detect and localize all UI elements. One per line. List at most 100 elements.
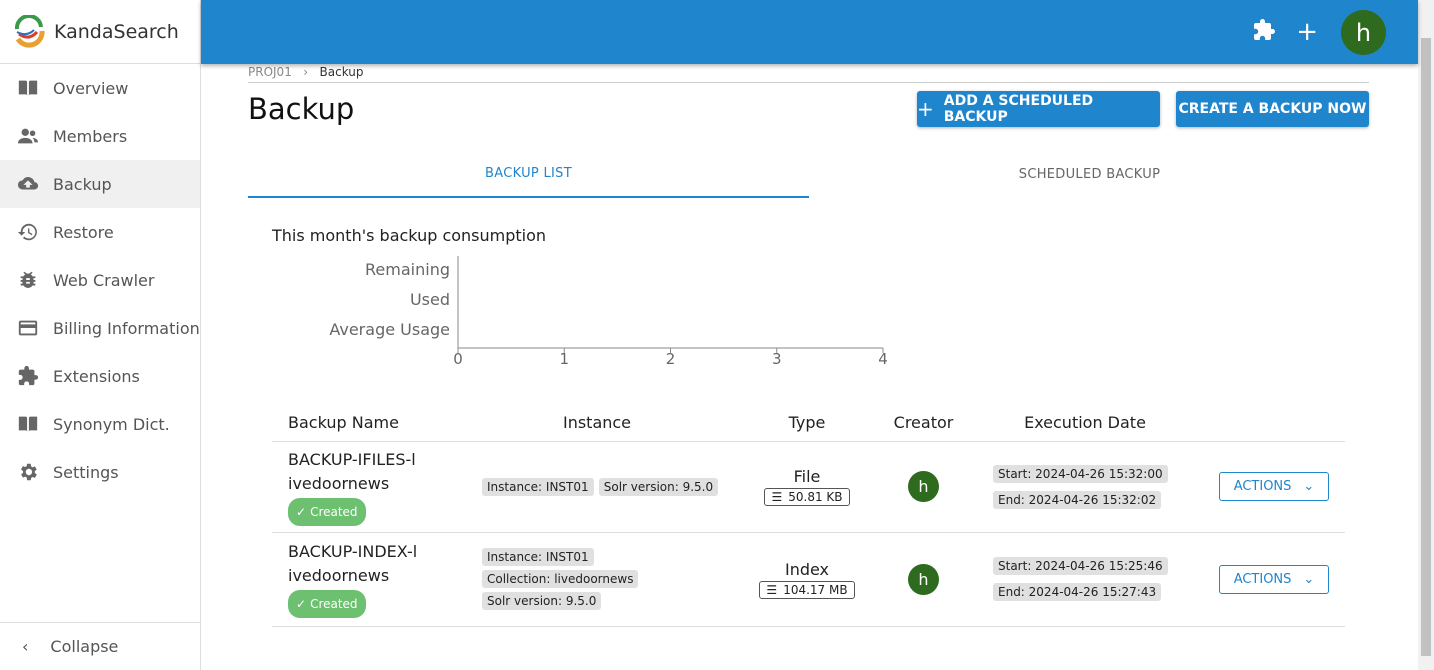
size-value: 50.81 KB [788,490,843,504]
backup-name: BACKUP-IFILES-livedoornews [288,449,416,493]
creator-avatar: h [908,471,939,502]
x-tick-label: 3 [772,350,782,368]
kandasearch-logo-icon [14,14,45,48]
tab-scheduled-backup[interactable]: SCHEDULED BACKUP [809,150,1370,198]
sidebar-item-billing-information[interactable]: Billing Information [0,304,200,352]
x-tick-label: 0 [453,350,463,368]
size-badge: ☰ 50.81 KB [764,488,850,506]
sidebar-item-settings[interactable]: Settings [0,448,200,496]
backup-type: Index [784,559,830,579]
sidebar-item-label: Backup [53,174,112,194]
column-header[interactable]: Execution Date [975,405,1195,442]
info-chip: Solr version: 9.5.0 [482,592,602,610]
table-row: BACKUP-INDEX-livedoornews ✓ Created Instan… [272,532,1345,627]
actions-button[interactable]: ACTIONS ⌄ [1219,564,1329,594]
status-label: Created [310,597,358,611]
user-avatar[interactable]: h [1341,10,1386,55]
collapse-button[interactable]: ‹ Collapse [0,622,200,670]
breadcrumb-current: Backup [319,65,364,79]
sidebar-item-overview[interactable]: Overview [0,64,200,112]
consumption-chart: Remaining Used Average Usage0 1 2 3 4 [329,256,888,368]
breadcrumb: PROJ01 › Backup [248,65,364,79]
sidebar-item-synonym-dict[interactable]: Synonym Dict. [0,400,200,448]
end-date: End: 2024-04-26 15:27:43 [993,583,1162,601]
breadcrumb-project[interactable]: PROJ01 [248,65,292,79]
button-label: CREATE A BACKUP NOW [1178,101,1367,117]
sidebar: KandaSearch Overview Members Backup Restore… [0,0,201,670]
backup-name: BACKUP-INDEX-livedoornews [288,542,418,585]
start-date: Start: 2024-04-26 15:25:46 [993,557,1168,575]
logo[interactable]: KandaSearch [0,0,200,64]
add-icon[interactable]: + [1296,18,1318,46]
y-tick-label: Remaining [365,260,450,279]
gear-icon [21,463,37,481]
creator-avatar: h [908,563,939,595]
sidebar-item-label: Restore [53,222,114,242]
info-chip: Instance: INST01 [482,477,594,496]
sidebar-item-backup[interactable]: Backup [0,160,200,208]
actions-button[interactable]: ACTIONS ⌄ [1219,472,1329,501]
x-tick-label: 4 [878,350,888,368]
collapse-label: Collapse [50,637,119,656]
bug-icon [20,271,36,288]
people-icon [17,128,39,144]
sidebar-item-web-crawler[interactable]: Web Crawler [0,256,200,304]
start-date: Start: 2024-04-26 15:32:00 [993,464,1168,483]
check-circle-icon: ✓ [296,504,307,519]
scrollbar-thumb[interactable] [1421,38,1431,656]
backup-table: Backup Name Instance Type Creator Execut… [272,405,1345,627]
status-badge: ✓ Created [288,590,366,618]
actions-label: ACTIONS [1233,479,1292,494]
sidebar-item-label: Settings [53,462,119,482]
sidebar-item-label: Overview [53,78,129,98]
info-chip: Solr version: 9.5.0 [598,477,719,496]
tab-backup-list[interactable]: BACKUP LIST [248,150,809,198]
divider [248,82,1369,83]
sidebar-item-extensions[interactable]: Extensions [0,352,200,400]
column-header[interactable]: Instance [452,405,742,442]
actions-label: ACTIONS [1233,571,1292,587]
sidebar-item-label: Members [53,126,128,146]
chevron-down-icon: ⌄ [1303,571,1315,587]
info-chip: Instance: INST01 [482,548,594,566]
add-scheduled-backup-button[interactable]: + ADD A SCHEDULED BACKUP [917,91,1160,127]
create-backup-now-button[interactable]: CREATE A BACKUP NOW [1176,91,1369,127]
chevron-down-icon: ⌄ [1303,479,1315,494]
size-value: 104.17 MB [783,582,848,597]
storage-icon: ☰ [766,582,778,597]
sidebar-item-label: Billing Information [53,318,200,338]
button-label: ADD A SCHEDULED BACKUP [943,93,1094,125]
status-badge: ✓ Created [288,497,366,526]
column-header[interactable]: Backup Name [272,405,452,442]
brand-name: KandaSearch [54,20,179,43]
sidebar-item-label: Synonym Dict. [53,414,170,434]
puzzle-icon [18,365,39,386]
top-app-bar: + h [201,0,1418,64]
puzzle-icon[interactable] [1252,18,1276,48]
chart-title: This month's backup consumption [272,226,547,245]
cloud-upload-icon [17,177,39,190]
sidebar-item-label: Extensions [53,366,140,386]
sidebar-item-label: Web Crawler [53,270,155,290]
credit-card-icon [18,320,38,336]
x-tick-label: 2 [666,350,676,368]
info-chip: Collection: livedoornews [482,570,639,588]
y-tick-label: Average Usage [329,320,450,339]
sidebar-item-restore[interactable]: Restore [0,208,200,256]
table-row: BACKUP-IFILES-livedoornews ✓ Created Insta… [272,441,1345,533]
book-icon [18,80,38,96]
backup-type: File [793,467,821,486]
column-header[interactable]: Creator [872,405,975,442]
status-label: Created [310,504,358,519]
size-badge: ☰ 104.17 MB [759,580,855,599]
column-header[interactable]: Type [742,405,872,442]
sidebar-item-members[interactable]: Members [0,112,200,160]
history-icon [17,223,37,241]
x-tick-label: 1 [559,350,569,368]
page-title: Backup [248,92,355,126]
scrollbar[interactable] [1418,0,1434,670]
check-circle-icon: ✓ [296,597,307,611]
storage-icon: ☰ [771,490,783,504]
chevron-left-icon: ‹ [22,637,29,656]
plus-icon: + [917,97,934,121]
